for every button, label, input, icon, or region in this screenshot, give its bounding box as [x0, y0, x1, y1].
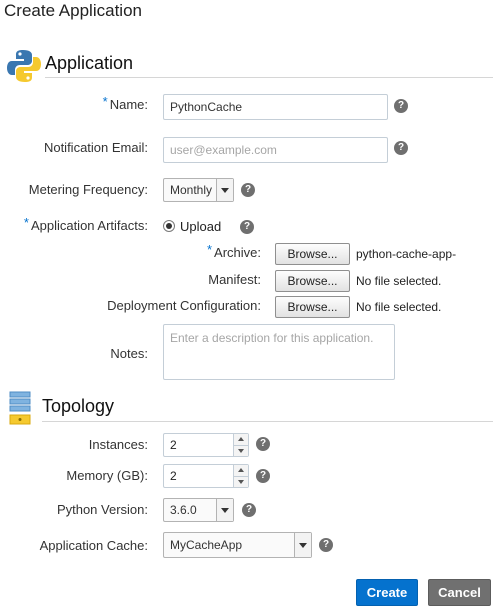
notification-email-help-icon[interactable]: ? [394, 141, 408, 155]
instances-value: 2 [170, 438, 177, 452]
memory-value: 2 [170, 469, 177, 483]
memory-stepper[interactable]: 2 [163, 464, 249, 488]
python-version-help-icon[interactable]: ? [242, 503, 256, 517]
topology-section-divider [42, 421, 493, 422]
metering-frequency-select[interactable]: Monthly [163, 178, 234, 202]
required-marker: * [206, 242, 213, 257]
notes-textarea[interactable] [163, 324, 395, 380]
chevron-down-icon [216, 179, 233, 201]
python-version-select[interactable]: 3.6.0 [163, 498, 234, 522]
archive-label: * Archive: [206, 242, 261, 260]
deployment-configuration-browse-button[interactable]: Browse... [275, 296, 350, 318]
instances-help-icon[interactable]: ? [256, 437, 270, 451]
name-help-icon[interactable]: ? [394, 99, 408, 113]
manifest-file-name: No file selected. [356, 274, 442, 288]
deployment-configuration-file-name: No file selected. [356, 300, 442, 314]
python-version-value: 3.6.0 [170, 503, 197, 517]
instances-label: Instances: [88, 437, 148, 452]
required-marker: * [102, 94, 108, 109]
decrement-icon[interactable] [234, 475, 248, 487]
metering-frequency-help-icon[interactable]: ? [241, 183, 255, 197]
server-stack-icon [9, 391, 31, 425]
name-label: * Name: [102, 94, 148, 112]
instances-stepper[interactable]: 2 [163, 433, 249, 457]
memory-label: Memory (GB): [66, 468, 148, 483]
manifest-browse-button[interactable]: Browse... [275, 270, 350, 292]
notification-email-label: Notification Email: [43, 140, 148, 155]
decrement-icon[interactable] [234, 444, 248, 456]
application-section-divider [45, 77, 493, 78]
artifacts-help-icon[interactable]: ? [240, 220, 254, 234]
page-title: Create Application [4, 1, 142, 20]
increment-icon[interactable] [234, 434, 248, 445]
chevron-down-icon [294, 533, 311, 557]
increment-icon[interactable] [234, 465, 248, 476]
application-artifacts-label-text: Application Artifacts: [30, 218, 148, 233]
memory-help-icon[interactable]: ? [256, 469, 270, 483]
metering-frequency-value: Monthly [170, 183, 213, 197]
manifest-label: Manifest: [208, 272, 261, 287]
notification-email-input[interactable] [163, 137, 388, 163]
cancel-button[interactable]: Cancel [428, 579, 491, 606]
python-logo-icon [7, 50, 41, 82]
application-section-title: Application [45, 53, 134, 73]
upload-radio[interactable] [163, 220, 175, 232]
application-cache-value: MyCacheApp [170, 538, 243, 552]
upload-radio-label: Upload [180, 219, 222, 234]
archive-browse-button[interactable]: Browse... [275, 243, 350, 265]
name-label-text: Name: [109, 97, 148, 112]
application-cache-label: Application Cache: [39, 538, 148, 553]
application-cache-select[interactable]: MyCacheApp [163, 532, 312, 558]
metering-frequency-label: Metering Frequency: [28, 182, 148, 197]
archive-label-text: Archive: [214, 245, 261, 260]
archive-file-name: python-cache-app- [356, 247, 457, 261]
deployment-configuration-label: Deployment Configuration: [107, 298, 261, 313]
application-artifacts-label: * Application Artifacts: [23, 215, 148, 233]
required-marker: * [23, 215, 29, 230]
create-button[interactable]: Create [356, 579, 418, 606]
application-cache-help-icon[interactable]: ? [319, 538, 333, 552]
python-version-label: Python Version: [56, 502, 148, 517]
chevron-down-icon [216, 499, 233, 521]
topology-section-title: Topology [42, 396, 115, 416]
notes-label: Notes: [110, 346, 148, 361]
name-input[interactable] [163, 94, 388, 120]
